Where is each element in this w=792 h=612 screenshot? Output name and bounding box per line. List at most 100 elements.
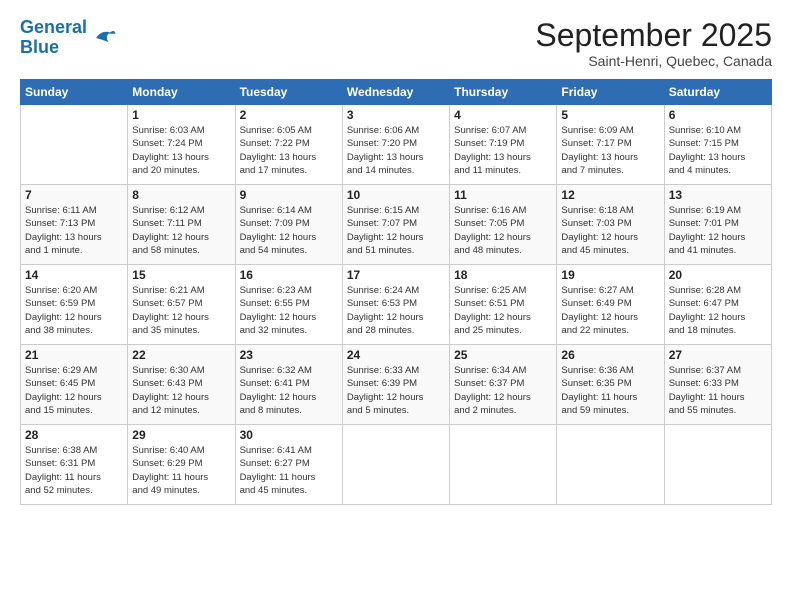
day-number: 25 bbox=[454, 348, 552, 362]
day-number: 15 bbox=[132, 268, 230, 282]
week-row-5: 28 Sunrise: 6:38 AMSunset: 6:31 PMDayligh… bbox=[21, 425, 772, 505]
day-number: 28 bbox=[25, 428, 123, 442]
day-info: Sunrise: 6:19 AMSunset: 7:01 PMDaylight:… bbox=[669, 204, 767, 257]
day-cell: 24 Sunrise: 6:33 AMSunset: 6:39 PMDayligh… bbox=[342, 345, 449, 425]
day-cell: 7 Sunrise: 6:11 AMSunset: 7:13 PMDaylight… bbox=[21, 185, 128, 265]
day-info: Sunrise: 6:25 AMSunset: 6:51 PMDaylight:… bbox=[454, 284, 552, 337]
day-number: 19 bbox=[561, 268, 659, 282]
day-info: Sunrise: 6:27 AMSunset: 6:49 PMDaylight:… bbox=[561, 284, 659, 337]
day-number: 21 bbox=[25, 348, 123, 362]
day-cell: 1 Sunrise: 6:03 AMSunset: 7:24 PMDaylight… bbox=[128, 105, 235, 185]
month-title: September 2025 bbox=[535, 18, 772, 53]
day-info: Sunrise: 6:07 AMSunset: 7:19 PMDaylight:… bbox=[454, 124, 552, 177]
day-info: Sunrise: 6:24 AMSunset: 6:53 PMDaylight:… bbox=[347, 284, 445, 337]
day-info: Sunrise: 6:03 AMSunset: 7:24 PMDaylight:… bbox=[132, 124, 230, 177]
logo-bird-icon bbox=[89, 24, 117, 52]
day-info: Sunrise: 6:20 AMSunset: 6:59 PMDaylight:… bbox=[25, 284, 123, 337]
day-info: Sunrise: 6:32 AMSunset: 6:41 PMDaylight:… bbox=[240, 364, 338, 417]
day-cell: 5 Sunrise: 6:09 AMSunset: 7:17 PMDaylight… bbox=[557, 105, 664, 185]
day-cell: 25 Sunrise: 6:34 AMSunset: 6:37 PMDayligh… bbox=[450, 345, 557, 425]
day-cell: 26 Sunrise: 6:36 AMSunset: 6:35 PMDayligh… bbox=[557, 345, 664, 425]
day-cell: 4 Sunrise: 6:07 AMSunset: 7:19 PMDaylight… bbox=[450, 105, 557, 185]
day-number: 13 bbox=[669, 188, 767, 202]
day-cell: 17Sunrise: 6:24 AMSunset: 6:53 PMDayligh… bbox=[342, 265, 449, 345]
week-row-3: 14 Sunrise: 6:20 AMSunset: 6:59 PMDayligh… bbox=[21, 265, 772, 345]
day-number: 29 bbox=[132, 428, 230, 442]
day-cell bbox=[21, 105, 128, 185]
day-cell: 19 Sunrise: 6:27 AMSunset: 6:49 PMDayligh… bbox=[557, 265, 664, 345]
day-number: 20 bbox=[669, 268, 767, 282]
day-number: 30 bbox=[240, 428, 338, 442]
day-number: 4 bbox=[454, 108, 552, 122]
day-cell: 8Sunrise: 6:12 AMSunset: 7:11 PMDaylight… bbox=[128, 185, 235, 265]
day-number: 16 bbox=[240, 268, 338, 282]
col-sunday: Sunday bbox=[21, 80, 128, 105]
day-number: 11 bbox=[454, 188, 552, 202]
calendar-page: General Blue September 2025 Saint-Henri,… bbox=[0, 0, 792, 612]
day-info: Sunrise: 6:15 AMSunset: 7:07 PMDaylight:… bbox=[347, 204, 445, 257]
day-cell: 29 Sunrise: 6:40 AMSunset: 6:29 PMDayligh… bbox=[128, 425, 235, 505]
day-info: Sunrise: 6:37 AMSunset: 6:33 PMDaylight:… bbox=[669, 364, 767, 417]
day-cell: 3Sunrise: 6:06 AMSunset: 7:20 PMDaylight… bbox=[342, 105, 449, 185]
day-info: Sunrise: 6:16 AMSunset: 7:05 PMDaylight:… bbox=[454, 204, 552, 257]
day-info: Sunrise: 6:10 AMSunset: 7:15 PMDaylight:… bbox=[669, 124, 767, 177]
day-cell: 22Sunrise: 6:30 AMSunset: 6:43 PMDayligh… bbox=[128, 345, 235, 425]
col-monday: Monday bbox=[128, 80, 235, 105]
day-info: Sunrise: 6:14 AMSunset: 7:09 PMDaylight:… bbox=[240, 204, 338, 257]
day-number: 9 bbox=[240, 188, 338, 202]
day-info: Sunrise: 6:11 AMSunset: 7:13 PMDaylight:… bbox=[25, 204, 123, 257]
day-cell bbox=[342, 425, 449, 505]
day-info: Sunrise: 6:34 AMSunset: 6:37 PMDaylight:… bbox=[454, 364, 552, 417]
day-info: Sunrise: 6:36 AMSunset: 6:35 PMDaylight:… bbox=[561, 364, 659, 417]
day-cell: 6 Sunrise: 6:10 AMSunset: 7:15 PMDaylight… bbox=[664, 105, 771, 185]
header: General Blue September 2025 Saint-Henri,… bbox=[20, 18, 772, 69]
logo-text: General Blue bbox=[20, 18, 87, 58]
day-number: 27 bbox=[669, 348, 767, 362]
location-title: Saint-Henri, Quebec, Canada bbox=[535, 53, 772, 69]
day-cell: 18 Sunrise: 6:25 AMSunset: 6:51 PMDayligh… bbox=[450, 265, 557, 345]
day-info: Sunrise: 6:40 AMSunset: 6:29 PMDaylight:… bbox=[132, 444, 230, 497]
day-info: Sunrise: 6:41 AMSunset: 6:27 PMDaylight:… bbox=[240, 444, 338, 497]
day-cell bbox=[450, 425, 557, 505]
day-cell: 11 Sunrise: 6:16 AMSunset: 7:05 PMDayligh… bbox=[450, 185, 557, 265]
day-number: 8 bbox=[132, 188, 230, 202]
day-number: 6 bbox=[669, 108, 767, 122]
day-number: 5 bbox=[561, 108, 659, 122]
day-number: 14 bbox=[25, 268, 123, 282]
day-cell: 14 Sunrise: 6:20 AMSunset: 6:59 PMDayligh… bbox=[21, 265, 128, 345]
col-friday: Friday bbox=[557, 80, 664, 105]
col-wednesday: Wednesday bbox=[342, 80, 449, 105]
day-cell: 20Sunrise: 6:28 AMSunset: 6:47 PMDayligh… bbox=[664, 265, 771, 345]
day-info: Sunrise: 6:38 AMSunset: 6:31 PMDaylight:… bbox=[25, 444, 123, 497]
day-info: Sunrise: 6:29 AMSunset: 6:45 PMDaylight:… bbox=[25, 364, 123, 417]
day-number: 23 bbox=[240, 348, 338, 362]
day-number: 1 bbox=[132, 108, 230, 122]
day-info: Sunrise: 6:33 AMSunset: 6:39 PMDaylight:… bbox=[347, 364, 445, 417]
day-number: 18 bbox=[454, 268, 552, 282]
day-number: 26 bbox=[561, 348, 659, 362]
day-number: 2 bbox=[240, 108, 338, 122]
day-number: 10 bbox=[347, 188, 445, 202]
day-cell: 12Sunrise: 6:18 AMSunset: 7:03 PMDayligh… bbox=[557, 185, 664, 265]
logo: General Blue bbox=[20, 18, 117, 58]
day-info: Sunrise: 6:09 AMSunset: 7:17 PMDaylight:… bbox=[561, 124, 659, 177]
week-row-1: 1 Sunrise: 6:03 AMSunset: 7:24 PMDaylight… bbox=[21, 105, 772, 185]
day-info: Sunrise: 6:18 AMSunset: 7:03 PMDaylight:… bbox=[561, 204, 659, 257]
day-cell: 13 Sunrise: 6:19 AMSunset: 7:01 PMDayligh… bbox=[664, 185, 771, 265]
col-saturday: Saturday bbox=[664, 80, 771, 105]
day-info: Sunrise: 6:30 AMSunset: 6:43 PMDaylight:… bbox=[132, 364, 230, 417]
day-cell: 16 Sunrise: 6:23 AMSunset: 6:55 PMDayligh… bbox=[235, 265, 342, 345]
logo-line2: Blue bbox=[20, 37, 59, 57]
day-info: Sunrise: 6:06 AMSunset: 7:20 PMDaylight:… bbox=[347, 124, 445, 177]
header-row: Sunday Monday Tuesday Wednesday Thursday… bbox=[21, 80, 772, 105]
day-info: Sunrise: 6:23 AMSunset: 6:55 PMDaylight:… bbox=[240, 284, 338, 337]
day-cell: 21 Sunrise: 6:29 AMSunset: 6:45 PMDayligh… bbox=[21, 345, 128, 425]
day-number: 7 bbox=[25, 188, 123, 202]
day-cell: 10 Sunrise: 6:15 AMSunset: 7:07 PMDayligh… bbox=[342, 185, 449, 265]
day-cell: 2Sunrise: 6:05 AMSunset: 7:22 PMDaylight… bbox=[235, 105, 342, 185]
day-cell: 15 Sunrise: 6:21 AMSunset: 6:57 PMDayligh… bbox=[128, 265, 235, 345]
col-thursday: Thursday bbox=[450, 80, 557, 105]
day-cell: 27 Sunrise: 6:37 AMSunset: 6:33 PMDayligh… bbox=[664, 345, 771, 425]
day-info: Sunrise: 6:21 AMSunset: 6:57 PMDaylight:… bbox=[132, 284, 230, 337]
day-number: 24 bbox=[347, 348, 445, 362]
